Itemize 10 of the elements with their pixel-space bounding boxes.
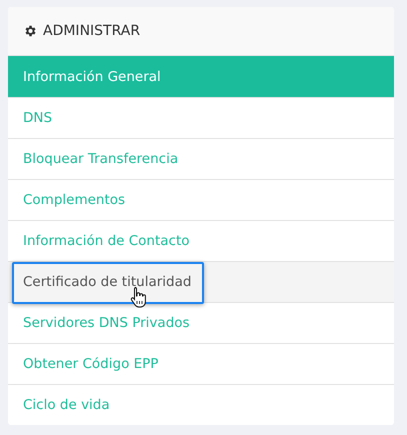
menu-item[interactable]: Información General [8, 56, 394, 98]
menu-item[interactable]: DNS [8, 98, 394, 139]
menu-item[interactable]: Obtener Código EPP [8, 344, 394, 385]
menu-item[interactable]: Servidores DNS Privados [8, 303, 394, 344]
menu-item[interactable]: Complementos [8, 180, 394, 221]
menu-item[interactable]: Ciclo de vida [8, 385, 394, 425]
gear-icon [23, 24, 37, 38]
menu-item[interactable]: Bloquear Transferencia [8, 139, 394, 180]
panel-title: ADMINISTRAR [43, 23, 140, 39]
hand-cursor-icon [130, 286, 148, 308]
